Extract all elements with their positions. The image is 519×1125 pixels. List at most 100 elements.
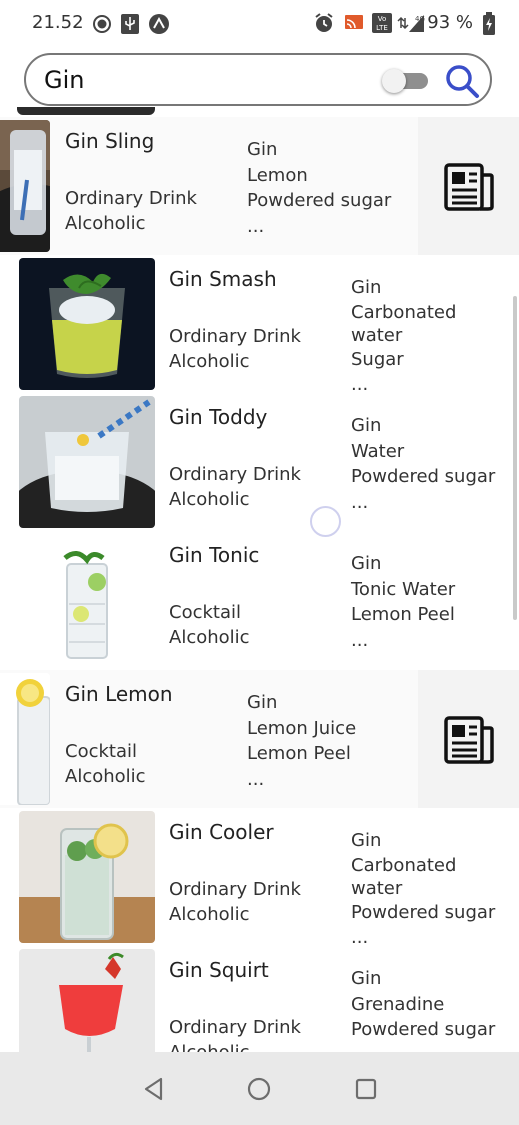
recents-icon[interactable]	[353, 1076, 379, 1102]
ingredient: Gin	[351, 277, 382, 298]
drink-ingredients: Gin Tonic Water Lemon Peel ...	[351, 551, 516, 653]
ingredient: Sugar	[351, 348, 404, 370]
drink-ingredients: Gin Carbonated water Sugar ...	[351, 275, 516, 398]
ingredient: Powdered sugar	[247, 190, 392, 211]
newspaper-icon	[444, 163, 494, 211]
ingredient: Gin	[351, 553, 382, 574]
drink-ingredients: Gin Lemon Juice Lemon Peel ...	[247, 690, 417, 792]
drink-alcoholic: Alcoholic	[169, 489, 250, 510]
ingredient: Powdered sugar	[351, 901, 496, 923]
ingredient: Powdered sugar	[351, 1019, 496, 1040]
navigation-bar	[0, 1052, 519, 1125]
ingredient: ...	[351, 491, 369, 513]
ingredient: Lemon Juice	[247, 717, 357, 739]
drink-list: Gin Sling Ordinary Drink Alcoholic Gin L…	[0, 107, 519, 1052]
ingredient: Lemon	[247, 164, 308, 186]
newspaper-icon	[444, 716, 494, 764]
drink-category: Ordinary Drink	[169, 879, 301, 900]
ingredient: ...	[247, 215, 265, 237]
ingredient: Lemon Peel	[247, 743, 351, 764]
signal-icon: 4G+	[397, 15, 425, 32]
drink-thumbnail	[19, 258, 155, 390]
ingredient: ...	[351, 629, 369, 651]
drink-thumbnail	[19, 534, 155, 666]
drink-ingredients: Gin Grenadine Powdered sugar ...	[351, 966, 516, 1052]
svg-text:Vo: Vo	[378, 15, 387, 23]
drink-thumbnail	[0, 120, 50, 252]
svg-text:4G+: 4G+	[415, 15, 425, 23]
drink-thumbnail	[19, 949, 155, 1052]
list-item[interactable]: Gin Tonic Cocktail Alcoholic Gin Tonic W…	[0, 531, 519, 669]
toggle-thumb	[382, 69, 406, 93]
ingredient: Gin	[351, 968, 382, 989]
list-item[interactable]: Gin Lemon Cocktail Alcoholic Gin Lemon J…	[0, 670, 519, 808]
drink-name: Gin Squirt	[169, 958, 269, 982]
drink-alcoholic: Alcoholic	[65, 766, 146, 787]
drink-alcoholic: Alcoholic	[169, 904, 250, 925]
drink-name: Gin Toddy	[169, 405, 268, 429]
drink-category: Ordinary Drink	[65, 188, 197, 209]
search-bar	[24, 53, 492, 106]
ingredient: ...	[247, 768, 265, 790]
list-item[interactable]: Gin Sling Ordinary Drink Alcoholic Gin L…	[0, 117, 519, 255]
ingredient: Gin	[247, 139, 278, 160]
drink-name: Gin Sling	[65, 129, 155, 153]
scrollbar[interactable]	[513, 296, 517, 620]
details-action[interactable]	[418, 117, 519, 255]
search-icon[interactable]	[444, 63, 480, 99]
drink-alcoholic: Alcoholic	[169, 627, 250, 648]
ingredient: Water	[351, 440, 405, 462]
drink-name: Gin Lemon	[65, 682, 173, 706]
search-input[interactable]	[44, 65, 344, 95]
back-icon[interactable]	[141, 1076, 167, 1102]
battery-icon	[483, 12, 495, 35]
drink-thumbnail	[19, 396, 155, 528]
ingredient: Carbonated water	[351, 301, 457, 346]
loading-spinner	[310, 506, 341, 537]
drink-name: Gin Cooler	[169, 820, 274, 844]
drink-category: Cocktail	[65, 741, 137, 762]
ingredient: Gin	[351, 415, 382, 436]
drink-category: Ordinary Drink	[169, 326, 301, 347]
drink-alcoholic: Alcoholic	[169, 351, 250, 372]
list-item[interactable]: Gin Cooler Ordinary Drink Alcoholic Gin …	[0, 808, 519, 948]
ingredient: Gin	[351, 830, 382, 851]
volte-icon: Vo LTE	[372, 13, 392, 33]
home-icon[interactable]	[246, 1076, 272, 1102]
ingredient: Grenadine	[351, 993, 445, 1015]
drink-name: Gin Smash	[169, 267, 277, 291]
drink-ingredients: Gin Carbonated water Powdered sugar ...	[351, 828, 516, 951]
list-item[interactable]: Gin Toddy Ordinary Drink Alcoholic Gin W…	[0, 393, 519, 531]
drink-ingredients: Gin Water Powdered sugar ...	[351, 413, 516, 515]
list-item[interactable]: Gin Smash Ordinary Drink Alcoholic Gin C…	[0, 255, 519, 395]
drink-ingredients: Gin Lemon Powdered sugar ...	[247, 137, 417, 239]
ingredient: Gin	[247, 692, 278, 713]
recording-icon	[93, 15, 111, 33]
app-screen: 21.52 Vo LTE 4G+ 93 %	[0, 0, 519, 1125]
ingredient: Carbonated water	[351, 854, 457, 899]
status-time: 21.52	[32, 12, 84, 33]
previous-row-edge	[17, 107, 155, 115]
drink-thumbnail	[19, 811, 155, 943]
alarm-icon	[315, 13, 333, 32]
drink-name: Gin Tonic	[169, 543, 260, 567]
list-item[interactable]: Gin Squirt Ordinary Drink Alcoholic Gin …	[0, 946, 519, 1052]
cast-icon	[345, 15, 363, 29]
app-notification-icon	[149, 14, 169, 34]
drink-alcoholic: Alcoholic	[65, 213, 146, 234]
drink-category: Ordinary Drink	[169, 464, 301, 485]
ingredient: Lemon Peel	[351, 604, 455, 625]
drink-category: Cocktail	[169, 602, 241, 623]
status-bar: 21.52 Vo LTE 4G+ 93 %	[0, 0, 519, 48]
ingredient: Powdered sugar	[351, 466, 496, 487]
details-action[interactable]	[418, 670, 519, 808]
drink-category: Ordinary Drink	[169, 1017, 301, 1038]
battery-percent: 93 %	[427, 12, 473, 33]
svg-text:LTE: LTE	[376, 24, 388, 32]
ingredient: Tonic Water	[351, 578, 456, 600]
drink-thumbnail	[0, 673, 50, 805]
usb-icon	[121, 14, 139, 34]
ingredient: ...	[351, 1043, 516, 1053]
search-toggle[interactable]	[382, 69, 428, 93]
drink-alcoholic: Alcoholic	[169, 1042, 250, 1052]
